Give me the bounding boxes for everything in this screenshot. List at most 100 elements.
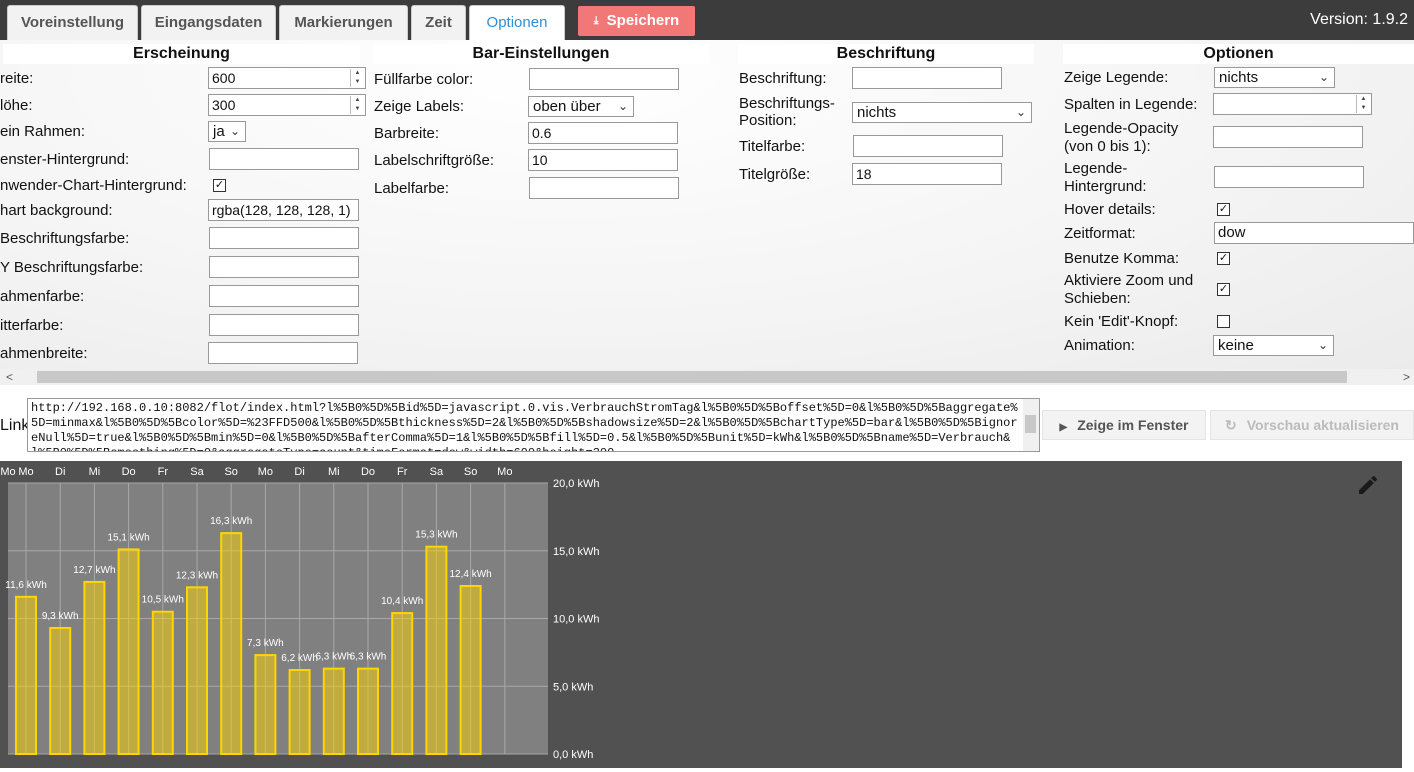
bar <box>425 545 448 755</box>
label-font-size-input[interactable]: 10 <box>528 149 678 171</box>
border-color-input[interactable] <box>209 285 359 307</box>
scroll-right-icon[interactable]: > <box>1403 369 1410 385</box>
section-title-options: Optionen <box>1063 44 1414 64</box>
scroll-left-icon[interactable]: < <box>6 369 13 385</box>
title-size-input[interactable]: 18 <box>852 163 1002 185</box>
tab-markings[interactable]: Markierungen <box>279 5 408 40</box>
tab-presets[interactable]: Voreinstellung <box>7 5 138 40</box>
zoom-label-line2: Schieben: <box>1064 290 1131 307</box>
caption-label: Beschriftung: <box>739 70 827 87</box>
bar <box>459 584 482 756</box>
height-value: 300 <box>212 97 236 113</box>
bar <box>117 548 140 755</box>
y-tick-label: 5,0 kWh <box>553 681 593 693</box>
height-input[interactable]: 300 ▲ ▼ <box>208 94 366 116</box>
show-in-window-button[interactable]: ▶ Zeige im Fenster <box>1042 410 1206 440</box>
section-title-caption: Beschriftung <box>738 44 1034 64</box>
show-labels-select[interactable]: oben über ⌄ <box>528 96 634 117</box>
no-border-select[interactable]: ja ⌄ <box>208 121 246 142</box>
link-textarea[interactable]: http://192.168.0.10:8082/flot/index.html… <box>27 398 1040 452</box>
hover-details-label: Hover details: <box>1064 201 1156 218</box>
bar-value-label: 12,3 kWh <box>176 570 218 581</box>
show-legend-select[interactable]: nichts ⌄ <box>1214 67 1335 88</box>
legend-columns-input[interactable]: ▲ ▼ <box>1213 93 1372 115</box>
bar-value-label: 15,3 kWh <box>415 530 457 541</box>
bar <box>49 626 72 755</box>
refresh-preview-button[interactable]: ↻ Vorschau aktualisieren <box>1210 410 1414 440</box>
refresh-icon: ↻ <box>1225 417 1237 433</box>
bar-value-label: 7,3 kWh <box>247 638 284 649</box>
hover-details-checkbox[interactable]: ✓ <box>1217 203 1230 216</box>
horizontal-scrollbar[interactable]: < > <box>0 369 1414 385</box>
custom-bg-checkbox[interactable]: ✓ <box>213 179 226 192</box>
caption-position-label-line1: Beschriftungs- <box>739 95 835 112</box>
y-tick-label: 20,0 kWh <box>553 478 599 490</box>
download-icon: ⤓ <box>593 15 599 27</box>
edit-icon[interactable] <box>1356 473 1380 497</box>
x-label-color-label: Beschriftungsfarbe: <box>0 230 130 247</box>
section-title-appearance: Erscheinung <box>3 44 360 64</box>
legend-bg-label-line1: Legende- <box>1064 160 1128 177</box>
x-label-color-input[interactable] <box>209 227 359 249</box>
fill-color-input[interactable] <box>529 68 679 90</box>
y-label-color-input[interactable] <box>209 256 359 278</box>
grid-color-input[interactable] <box>209 314 359 336</box>
tab-input-data[interactable]: Eingangsdaten <box>141 5 276 40</box>
caption-position-value: nichts <box>857 104 897 121</box>
no-edit-label: Kein 'Edit'-Knopf: <box>1064 313 1179 330</box>
legend-opacity-label-line1: Legende-Opacity <box>1064 120 1179 137</box>
bar-value-label: 6,3 kWh <box>350 652 387 663</box>
bar-value-label: 12,4 kWh <box>449 569 491 580</box>
border-width-input[interactable] <box>208 342 358 364</box>
label-color-input[interactable] <box>529 177 679 199</box>
zoom-checkbox[interactable]: ✓ <box>1217 283 1230 296</box>
spinner-icon[interactable]: ▲ ▼ <box>350 96 364 114</box>
border-width-label: ahmenbreite: <box>0 345 88 362</box>
chevron-down-icon: ⌄ <box>229 124 240 138</box>
bar <box>220 532 243 756</box>
chevron-down-icon: ⌄ <box>1015 105 1026 119</box>
x-tick-label: Fr <box>397 466 408 478</box>
legend-opacity-input[interactable] <box>1213 126 1363 148</box>
bar-width-input[interactable]: 0.6 <box>528 122 678 144</box>
use-comma-checkbox[interactable]: ✓ <box>1217 252 1230 265</box>
tab-time[interactable]: Zeit <box>411 5 466 40</box>
no-edit-checkbox[interactable] <box>1217 315 1230 328</box>
check-icon: ✓ <box>1218 203 1229 215</box>
fill-color-label: Füllfarbe color: <box>374 71 474 88</box>
version-label: Version: 1.9.2 <box>1310 11 1408 28</box>
bar-chart: 0,0 kWh 5,0 kWh 10,0 kWh 15,0 kWh 20,0 kWh Mo… <box>0 466 599 761</box>
x-tick-label: Mi <box>89 466 101 478</box>
link-scrollbar[interactable] <box>1023 399 1039 451</box>
caption-input[interactable] <box>852 67 1002 89</box>
x-tick-label: Mi <box>328 466 340 478</box>
spinner-icon[interactable]: ▲ ▼ <box>1356 95 1370 113</box>
width-label: reite: <box>0 70 34 87</box>
bar-width-label: Barbreite: <box>374 125 440 142</box>
title-size-label: Titelgröße: <box>739 166 811 183</box>
link-text: http://192.168.0.10:8082/flot/index.html… <box>31 401 1018 451</box>
spinner-icon[interactable]: ▲ ▼ <box>350 69 364 87</box>
x-tick-label: Fr <box>158 466 169 478</box>
time-format-label: Zeitformat: <box>1064 225 1136 242</box>
tab-options[interactable]: Optionen <box>469 5 565 40</box>
title-color-input[interactable] <box>853 135 1003 157</box>
window-bg-input[interactable] <box>209 148 359 170</box>
time-format-input[interactable]: dow <box>1214 222 1414 244</box>
border-color-label: ahmenfarbe: <box>0 288 85 305</box>
x-tick-label: Di <box>55 466 65 478</box>
chevron-down-icon: ⌄ <box>1318 70 1329 84</box>
animation-select[interactable]: keine ⌄ <box>1213 335 1334 356</box>
zoom-label-line1: Aktiviere Zoom und <box>1064 272 1194 289</box>
legend-bg-input[interactable] <box>1214 166 1364 188</box>
custom-bg-label: nwender-Chart-Hintergrund: <box>0 177 187 194</box>
bar <box>83 580 106 756</box>
x-tick-label: Sa <box>430 466 444 478</box>
bar-value-label: 10,5 kWh <box>142 595 184 606</box>
save-button[interactable]: ⤓ Speichern <box>578 6 695 36</box>
caption-position-select[interactable]: nichts ⌄ <box>852 102 1032 123</box>
scrollbar-thumb[interactable] <box>37 371 1347 383</box>
chart-bg-input[interactable]: rgba(128, 128, 128, 1) <box>208 199 359 221</box>
x-tick-label: Di <box>294 466 304 478</box>
width-input[interactable]: 600 ▲ ▼ <box>208 67 366 89</box>
